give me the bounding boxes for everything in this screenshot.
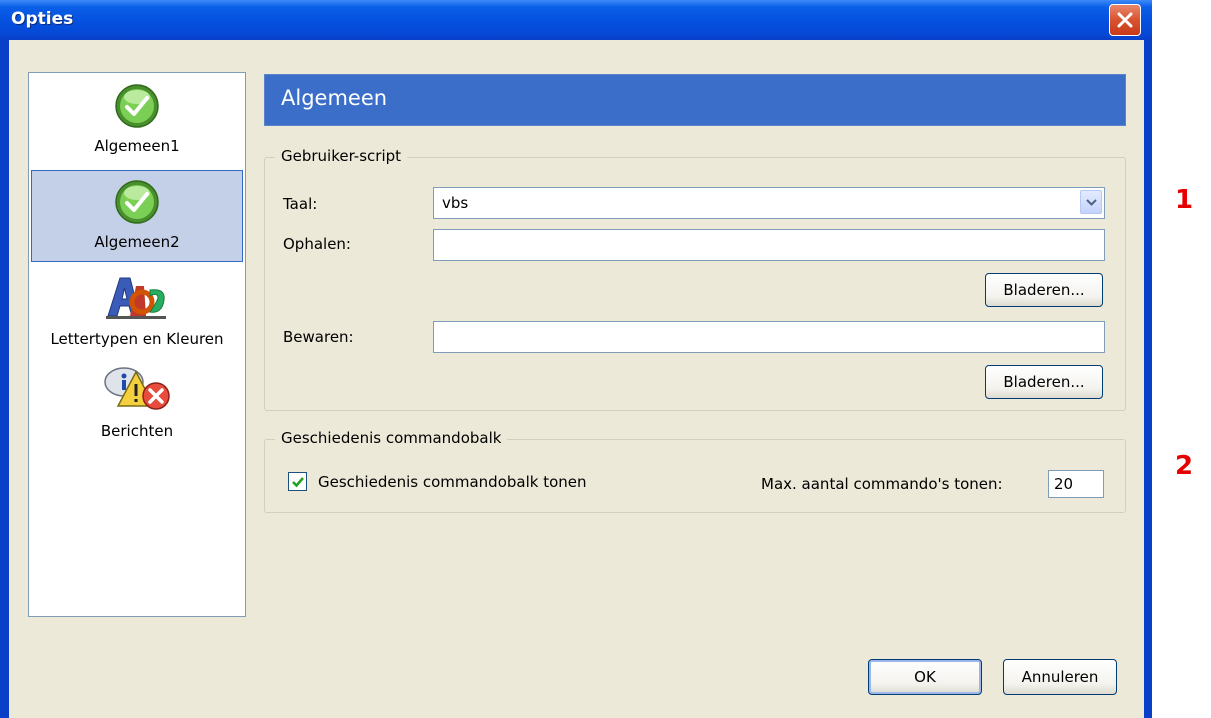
sidebar-item-algemeen2[interactable]: Algemeen2 [31, 170, 243, 262]
sidebar-item-algemeen1[interactable]: Algemeen1 [31, 75, 243, 167]
dropdown-button[interactable] [1080, 190, 1102, 214]
history-group: Geschiedenis commandobalk Geschiedenis c… [264, 429, 1126, 513]
load-path-input[interactable] [433, 229, 1105, 261]
page-header: Algemeen [264, 74, 1126, 126]
max-commands-input[interactable]: 20 [1048, 470, 1104, 498]
sidebar-item-label: Lettertypen en Kleuren [50, 330, 224, 348]
group-title: Geschiedenis commandobalk [275, 429, 508, 447]
save-label: Bewaren: [283, 328, 354, 346]
save-path-input[interactable] [433, 321, 1105, 353]
load-label: Ophalen: [283, 235, 351, 253]
sidebar-item-label: Berichten [100, 422, 174, 440]
sidebar-item-berichten[interactable]: Berichten [31, 360, 243, 452]
save-browse-button[interactable]: Bladeren... [985, 365, 1103, 399]
language-value: vbs [442, 194, 469, 212]
show-history-checkbox[interactable] [288, 472, 307, 491]
sidebar-item-label: Algemeen2 [94, 233, 180, 251]
language-label: Taal: [283, 195, 318, 213]
sidebar-item-label: Algemeen1 [94, 137, 180, 155]
title-bar[interactable]: Opties [0, 0, 1152, 40]
chevron-down-icon [1086, 199, 1097, 206]
checkmark-icon [292, 477, 304, 488]
language-select[interactable]: vbs [433, 187, 1105, 219]
close-button[interactable] [1109, 4, 1141, 36]
page-title: Algemeen [281, 86, 388, 110]
ok-button[interactable]: OK [868, 659, 982, 695]
load-browse-button[interactable]: Bladeren... [985, 273, 1103, 307]
close-icon [1117, 12, 1133, 28]
fonts-colors-icon [106, 277, 166, 319]
checkmark-icon [115, 180, 159, 224]
show-history-label[interactable]: Geschiedenis commandobalk tonen [318, 473, 587, 491]
user-script-group: Gebruiker-script Taal: vbs Ophalen: Blad… [264, 147, 1126, 411]
checkmark-icon [115, 84, 159, 128]
dialog-body: Algemeen1 Algemeen2 Lettertypen en Kleur… [9, 40, 1144, 718]
callout-marker-1: 1 [1175, 185, 1194, 215]
window-title: Opties [11, 9, 74, 29]
sidebar-item-lettertypen[interactable]: Lettertypen en Kleuren [31, 268, 243, 360]
callout-marker-2: 2 [1175, 451, 1194, 481]
options-dialog: Opties Algemeen1 Algemeen2 Lettertypen e… [0, 0, 1152, 718]
category-list: Algemeen1 Algemeen2 Lettertypen en Kleur… [28, 72, 246, 617]
messages-icon [104, 367, 170, 410]
cancel-button[interactable]: Annuleren [1003, 659, 1117, 695]
max-commands-label: Max. aantal commando's tonen: [761, 475, 1003, 493]
group-title: Gebruiker-script [275, 147, 408, 165]
